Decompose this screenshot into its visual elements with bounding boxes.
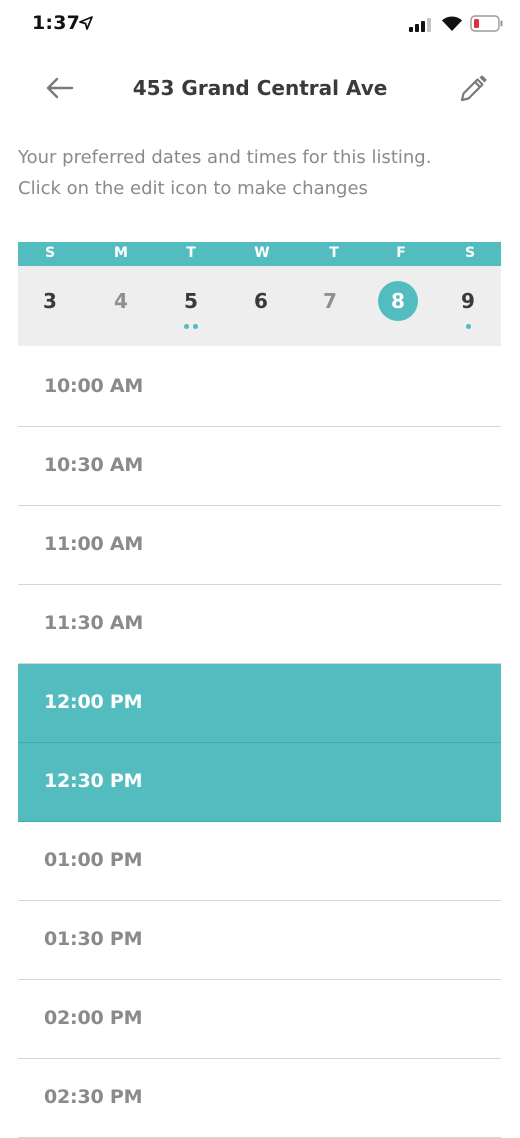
weekday-label: W (254, 245, 270, 261)
weekday-label: S (44, 245, 56, 261)
intro-line-2: Click on the edit icon to make changes (18, 178, 368, 199)
calendar-day[interactable]: 3 (30, 281, 70, 321)
calendar-day[interactable]: 6 (241, 281, 281, 321)
time-slot[interactable]: 10:00 AM (18, 348, 501, 427)
availability-dot (184, 324, 189, 329)
wifi-icon (441, 15, 463, 36)
time-slot-label: 10:00 AM (44, 375, 144, 397)
availability-dots (310, 324, 350, 332)
time-slot[interactable]: 01:00 PM (18, 822, 501, 901)
time-slot-label: 02:30 PM (44, 1086, 143, 1108)
calendar-day[interactable]: 5 (171, 281, 211, 321)
location-arrow-icon (79, 15, 93, 34)
week-calendar: S M T W T F S 3 4 5 6 7 8 9 (18, 242, 501, 346)
signal-icon (409, 17, 433, 36)
time-slot-label: 01:00 PM (44, 849, 143, 871)
time-slot-label: 11:30 AM (44, 612, 144, 634)
calendar-day[interactable]: 9 (448, 281, 488, 321)
weekday-label: T (329, 245, 339, 261)
time-slot[interactable]: 12:00 PM (18, 664, 501, 743)
time-slot-label: 10:30 AM (44, 454, 144, 476)
availability-dots (101, 324, 141, 332)
status-time: 1:37 (32, 12, 81, 34)
intro-text: Your preferred dates and times for this … (18, 142, 508, 204)
time-slot-label: 01:30 PM (44, 928, 143, 950)
weekday-label: M (114, 245, 128, 261)
time-slot-label: 02:00 PM (44, 1007, 143, 1029)
time-slot-label: 12:00 PM (44, 691, 143, 713)
availability-dot (465, 324, 471, 329)
time-slot-label: 11:00 AM (44, 533, 144, 555)
time-slot[interactable]: 12:30 PM (18, 743, 501, 822)
page-title: 453 Grand Central Ave (132, 76, 388, 100)
calendar-day[interactable]: 4 (101, 281, 141, 321)
availability-dots (241, 324, 281, 332)
calendar-day-selected[interactable]: 8 (378, 281, 418, 321)
header: 453 Grand Central Ave (0, 60, 520, 120)
time-slot-list: 10:00 AM 10:30 AM 11:00 AM 11:30 AM 12:0… (18, 348, 501, 1138)
weekday-header: S M T W T F S (18, 242, 501, 266)
weekday-label: T (186, 245, 196, 261)
availability-dots (378, 324, 418, 332)
availability-dot (193, 324, 198, 329)
pencil-icon[interactable] (458, 74, 488, 108)
battery-icon (470, 15, 504, 36)
availability-dots (448, 324, 488, 332)
intro-line-1: Your preferred dates and times for this … (18, 147, 432, 168)
time-slot-label: 12:30 PM (44, 770, 143, 792)
time-slot[interactable]: 01:30 PM (18, 901, 501, 980)
availability-dots (171, 324, 211, 332)
time-slot[interactable]: 02:00 PM (18, 980, 501, 1059)
time-slot[interactable]: 11:30 AM (18, 585, 501, 664)
weekday-label: F (396, 245, 406, 261)
availability-dots (30, 324, 70, 332)
time-slot[interactable]: 02:30 PM (18, 1059, 501, 1138)
status-bar: 1:37 (0, 0, 520, 50)
time-slot[interactable]: 10:30 AM (18, 427, 501, 506)
calendar-day[interactable]: 7 (310, 281, 350, 321)
time-slot[interactable]: 11:00 AM (18, 506, 501, 585)
weekday-label: S (464, 245, 476, 261)
